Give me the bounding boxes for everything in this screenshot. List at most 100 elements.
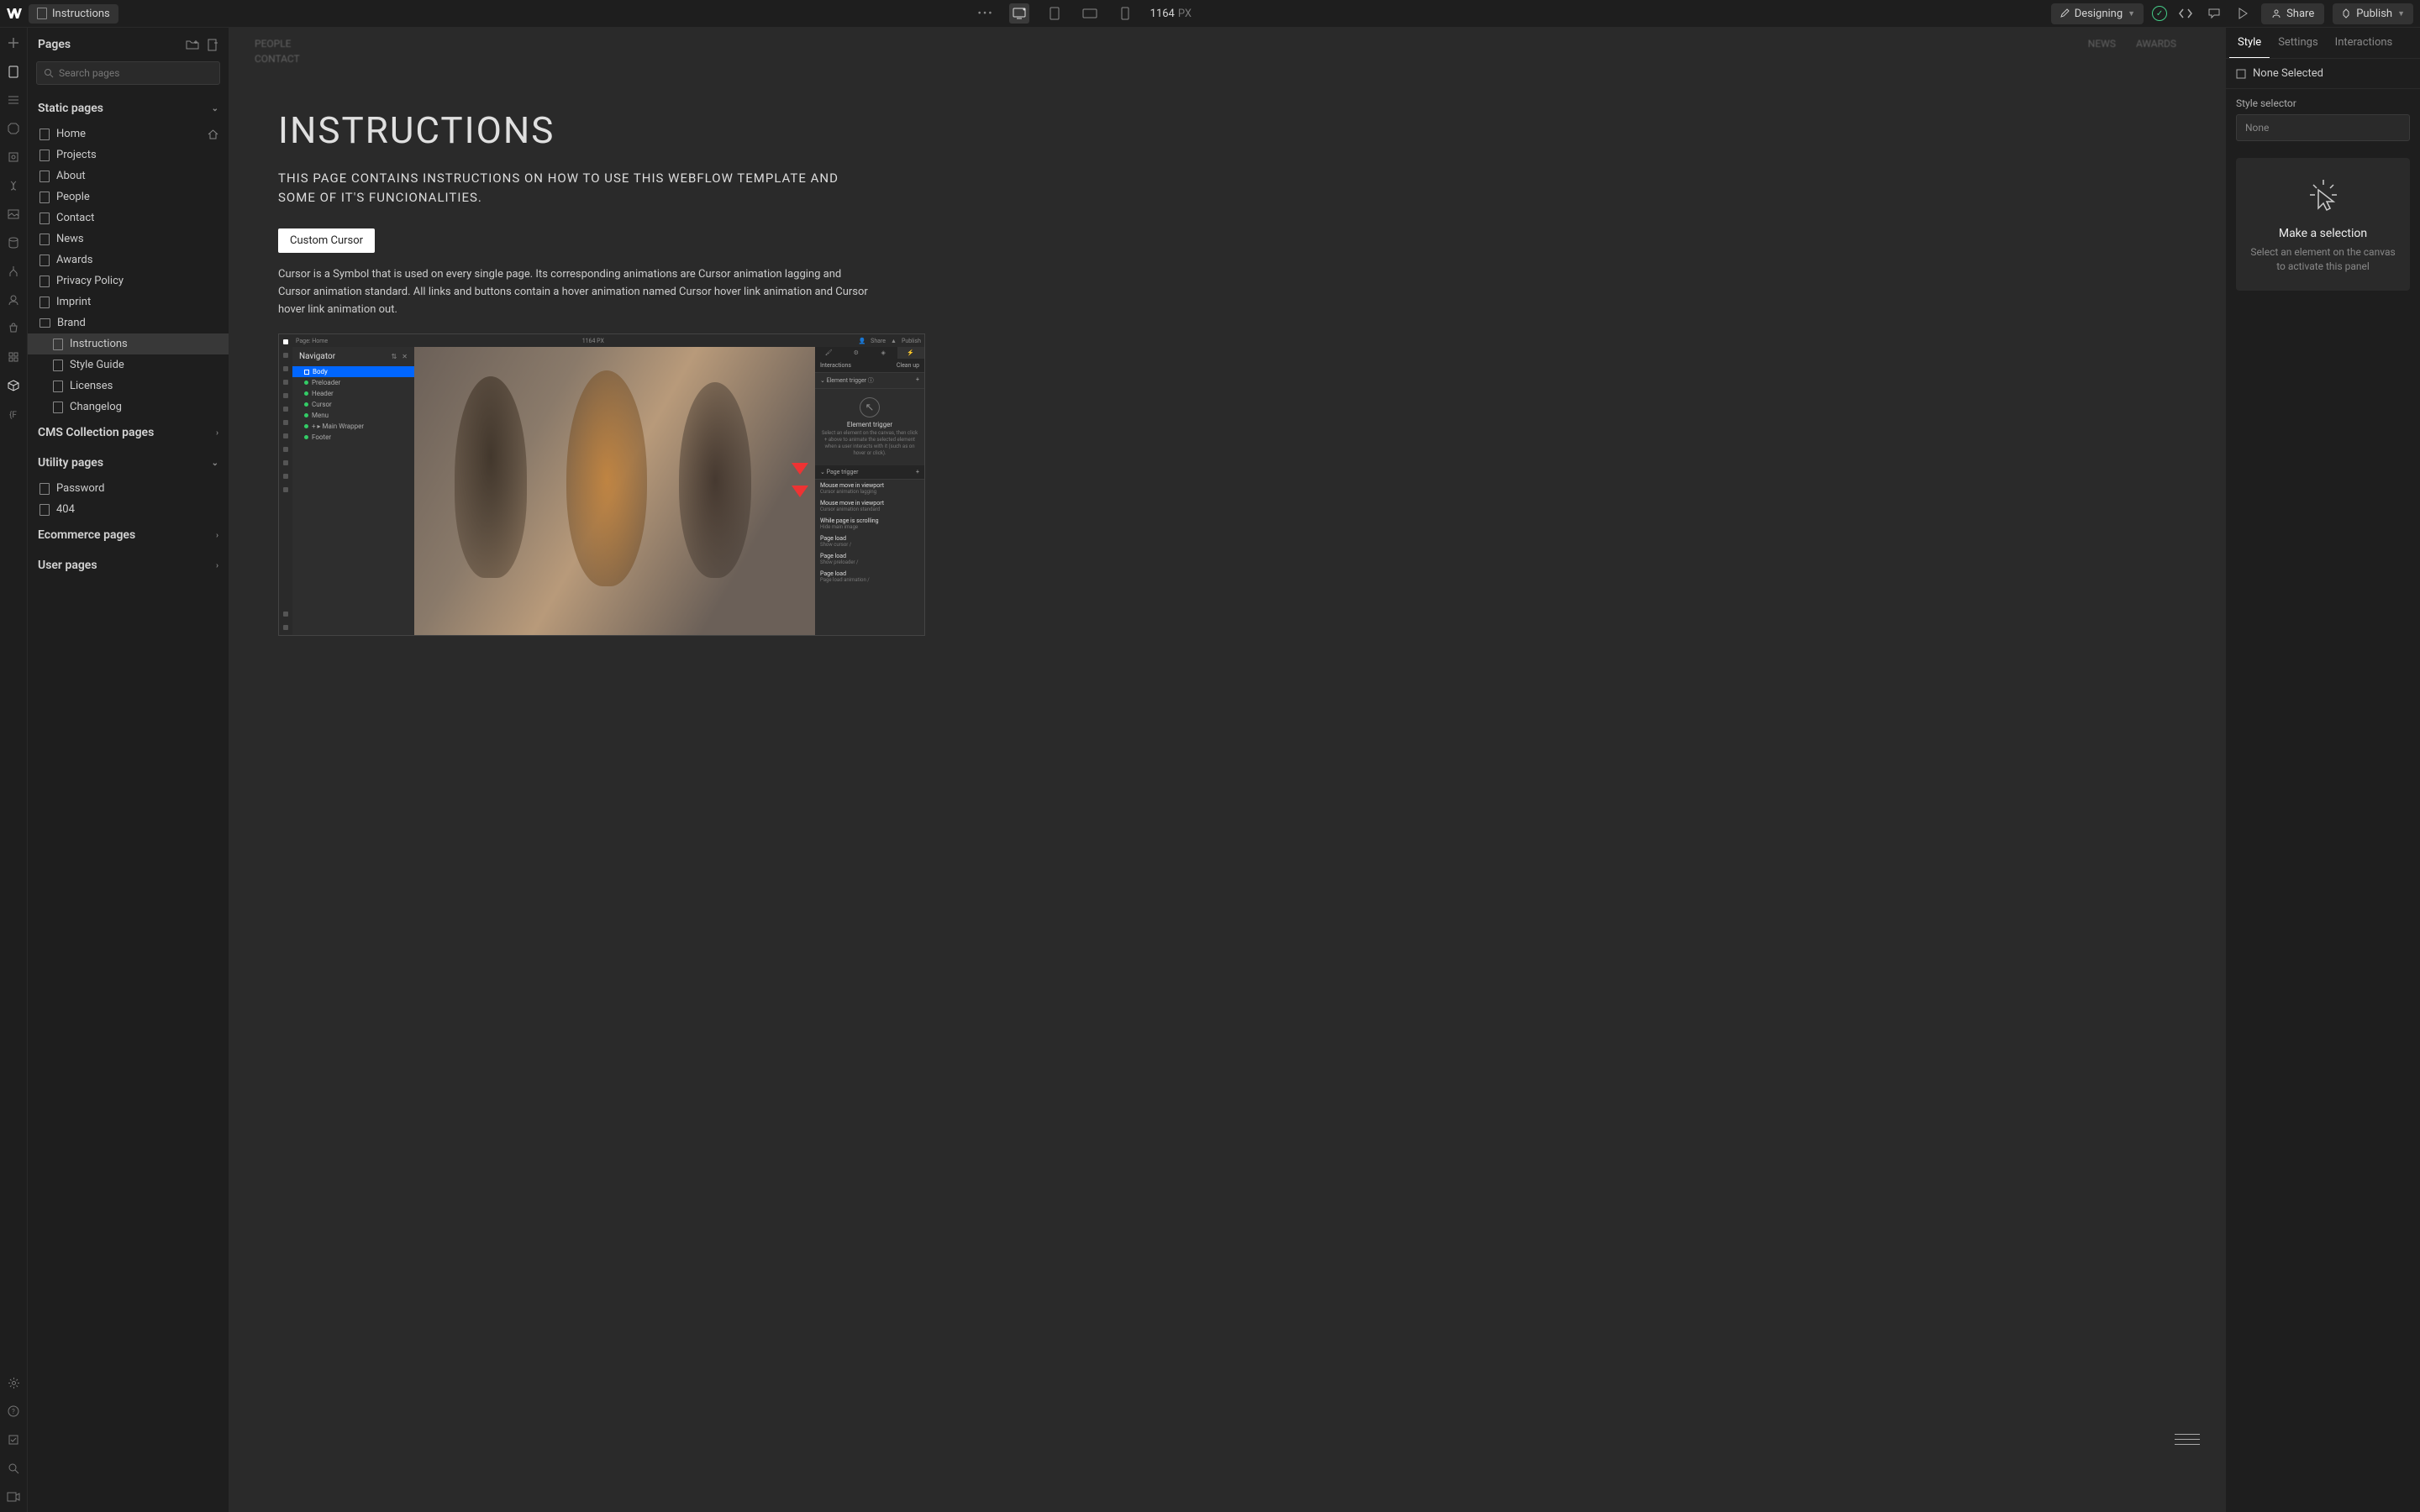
code-icon[interactable]: [2175, 3, 2196, 24]
help-icon[interactable]: ?: [5, 1403, 22, 1420]
viewport-width: 1164: [1150, 8, 1175, 20]
style-selector-label: Style selector: [2226, 89, 2420, 114]
svg-text:?: ?: [12, 1408, 15, 1415]
section-static-pages[interactable]: Static pages ⌄: [28, 93, 229, 123]
pages-icon[interactable]: [5, 63, 22, 80]
style-selector-input[interactable]: None: [2236, 114, 2410, 141]
page-item-label: Privacy Policy: [56, 275, 124, 287]
page-item-privacy-policy[interactable]: Privacy Policy: [28, 270, 229, 291]
canvas-site-nav: PEOPLE CONTACT NEWS AWARDS: [229, 28, 2225, 75]
tab-interactions[interactable]: Interactions: [2327, 28, 2402, 58]
page-icon: [53, 360, 63, 371]
tablet-landscape-btn[interactable]: [1080, 3, 1100, 24]
styles-icon[interactable]: [5, 177, 22, 194]
package-icon[interactable]: [5, 377, 22, 394]
share-button[interactable]: Share: [2261, 3, 2324, 24]
play-icon[interactable]: [2233, 3, 2253, 24]
ecommerce-icon[interactable]: [5, 320, 22, 337]
tab-style[interactable]: Style: [2229, 28, 2270, 58]
new-page-icon[interactable]: [208, 39, 218, 51]
right-panel-tabs: Style Settings Interactions: [2226, 28, 2420, 59]
page-item-label: Style Guide: [70, 359, 124, 371]
settings-icon[interactable]: [5, 1374, 22, 1391]
page-item-awards[interactable]: Awards: [28, 249, 229, 270]
pencil-icon: [2060, 8, 2070, 18]
logic-icon[interactable]: [5, 263, 22, 280]
rocket-icon: [2341, 8, 2351, 18]
viewport-size[interactable]: 1164 PX: [1150, 8, 1192, 20]
canvas-area[interactable]: PEOPLE CONTACT NEWS AWARDS INSTRUCTIONS …: [229, 28, 2225, 1512]
cms-icon[interactable]: [5, 234, 22, 251]
more-menu[interactable]: •••: [977, 8, 993, 20]
page-icon: [39, 297, 50, 308]
page-item-contact[interactable]: Contact: [28, 207, 229, 228]
page-item-people[interactable]: People: [28, 186, 229, 207]
page-item-changelog[interactable]: Changelog: [28, 396, 229, 417]
navigator-icon[interactable]: [5, 92, 22, 108]
comment-icon[interactable]: [2204, 3, 2224, 24]
assets-icon[interactable]: [5, 206, 22, 223]
page-item-instructions[interactable]: Instructions: [28, 333, 229, 354]
none-selected-label: None Selected: [2253, 67, 2323, 80]
video-icon[interactable]: [5, 1488, 22, 1505]
add-icon[interactable]: [5, 34, 22, 51]
page-item-label: Password: [56, 482, 104, 495]
page-item-brand[interactable]: Brand: [28, 312, 229, 333]
mobile-device-btn[interactable]: [1115, 3, 1135, 24]
page-icon: [39, 276, 50, 287]
current-page-name: Instructions: [52, 8, 110, 20]
page-icon: [39, 234, 50, 245]
variables-icon[interactable]: [5, 149, 22, 165]
page-item-about[interactable]: About: [28, 165, 229, 186]
section-label: Utility pages: [38, 456, 103, 470]
nav-link: CONTACT: [255, 53, 300, 65]
embedded-screenshot: Page: Home 1164 PX 👤 Share ▲ Publish Nav…: [278, 333, 925, 636]
empty-title: Make a selection: [2248, 227, 2398, 240]
section-user-pages[interactable]: User pages ›: [28, 550, 229, 580]
desktop-device-btn[interactable]: [1009, 3, 1029, 24]
page-icon: [53, 402, 63, 413]
page-item-imprint[interactable]: Imprint: [28, 291, 229, 312]
nav-link: PEOPLE: [255, 38, 300, 50]
page-item-licenses[interactable]: Licenses: [28, 375, 229, 396]
search-icon[interactable]: [5, 1460, 22, 1477]
page-title: INSTRUCTIONS: [229, 75, 2225, 169]
page-item-style-guide[interactable]: Style Guide: [28, 354, 229, 375]
designing-mode-btn[interactable]: Designing ▼: [2051, 3, 2144, 24]
page-item-home[interactable]: Home: [28, 123, 229, 144]
search-icon: [44, 68, 54, 78]
home-icon: [208, 129, 218, 139]
users-icon[interactable]: [5, 291, 22, 308]
checklist-icon[interactable]: [5, 1431, 22, 1448]
page-item-label: Imprint: [56, 296, 91, 308]
search-pages-input[interactable]: Search pages: [36, 61, 220, 85]
page-item-password[interactable]: Password: [28, 478, 229, 499]
chevron-down-icon: ⌄: [212, 104, 218, 113]
apps-icon[interactable]: [5, 349, 22, 365]
page-item-projects[interactable]: Projects: [28, 144, 229, 165]
page-icon: [39, 504, 50, 516]
page-icon: [53, 381, 63, 392]
components-icon[interactable]: [5, 120, 22, 137]
webflow-logo[interactable]: [7, 6, 22, 21]
page-item-news[interactable]: News: [28, 228, 229, 249]
current-page-tab[interactable]: Instructions: [29, 4, 118, 24]
nav-link: NEWS: [2088, 38, 2116, 50]
chevron-down-icon: ▼: [2397, 9, 2405, 18]
new-folder-icon[interactable]: [186, 39, 199, 51]
search-placeholder: Search pages: [59, 67, 119, 79]
page-item-404[interactable]: 404: [28, 499, 229, 520]
section-ecommerce-pages[interactable]: Ecommerce pages ›: [28, 520, 229, 550]
section-label: Static pages: [38, 102, 103, 115]
person-icon: [2271, 8, 2281, 18]
status-check-icon[interactable]: ✓: [2152, 6, 2167, 21]
font-icon[interactable]: {F: [5, 406, 22, 423]
publish-button[interactable]: Publish ▼: [2333, 3, 2413, 24]
section-cms-pages[interactable]: CMS Collection pages ›: [28, 417, 229, 448]
body-text: Cursor is a Symbol that is used on every…: [229, 266, 918, 333]
right-panel: Style Settings Interactions None Selecte…: [2225, 28, 2420, 1512]
tablet-device-btn[interactable]: [1044, 3, 1065, 24]
section-utility-pages[interactable]: Utility pages ⌄: [28, 448, 229, 478]
tab-settings[interactable]: Settings: [2270, 28, 2326, 58]
left-icon-rail: {F ?: [0, 28, 28, 1512]
